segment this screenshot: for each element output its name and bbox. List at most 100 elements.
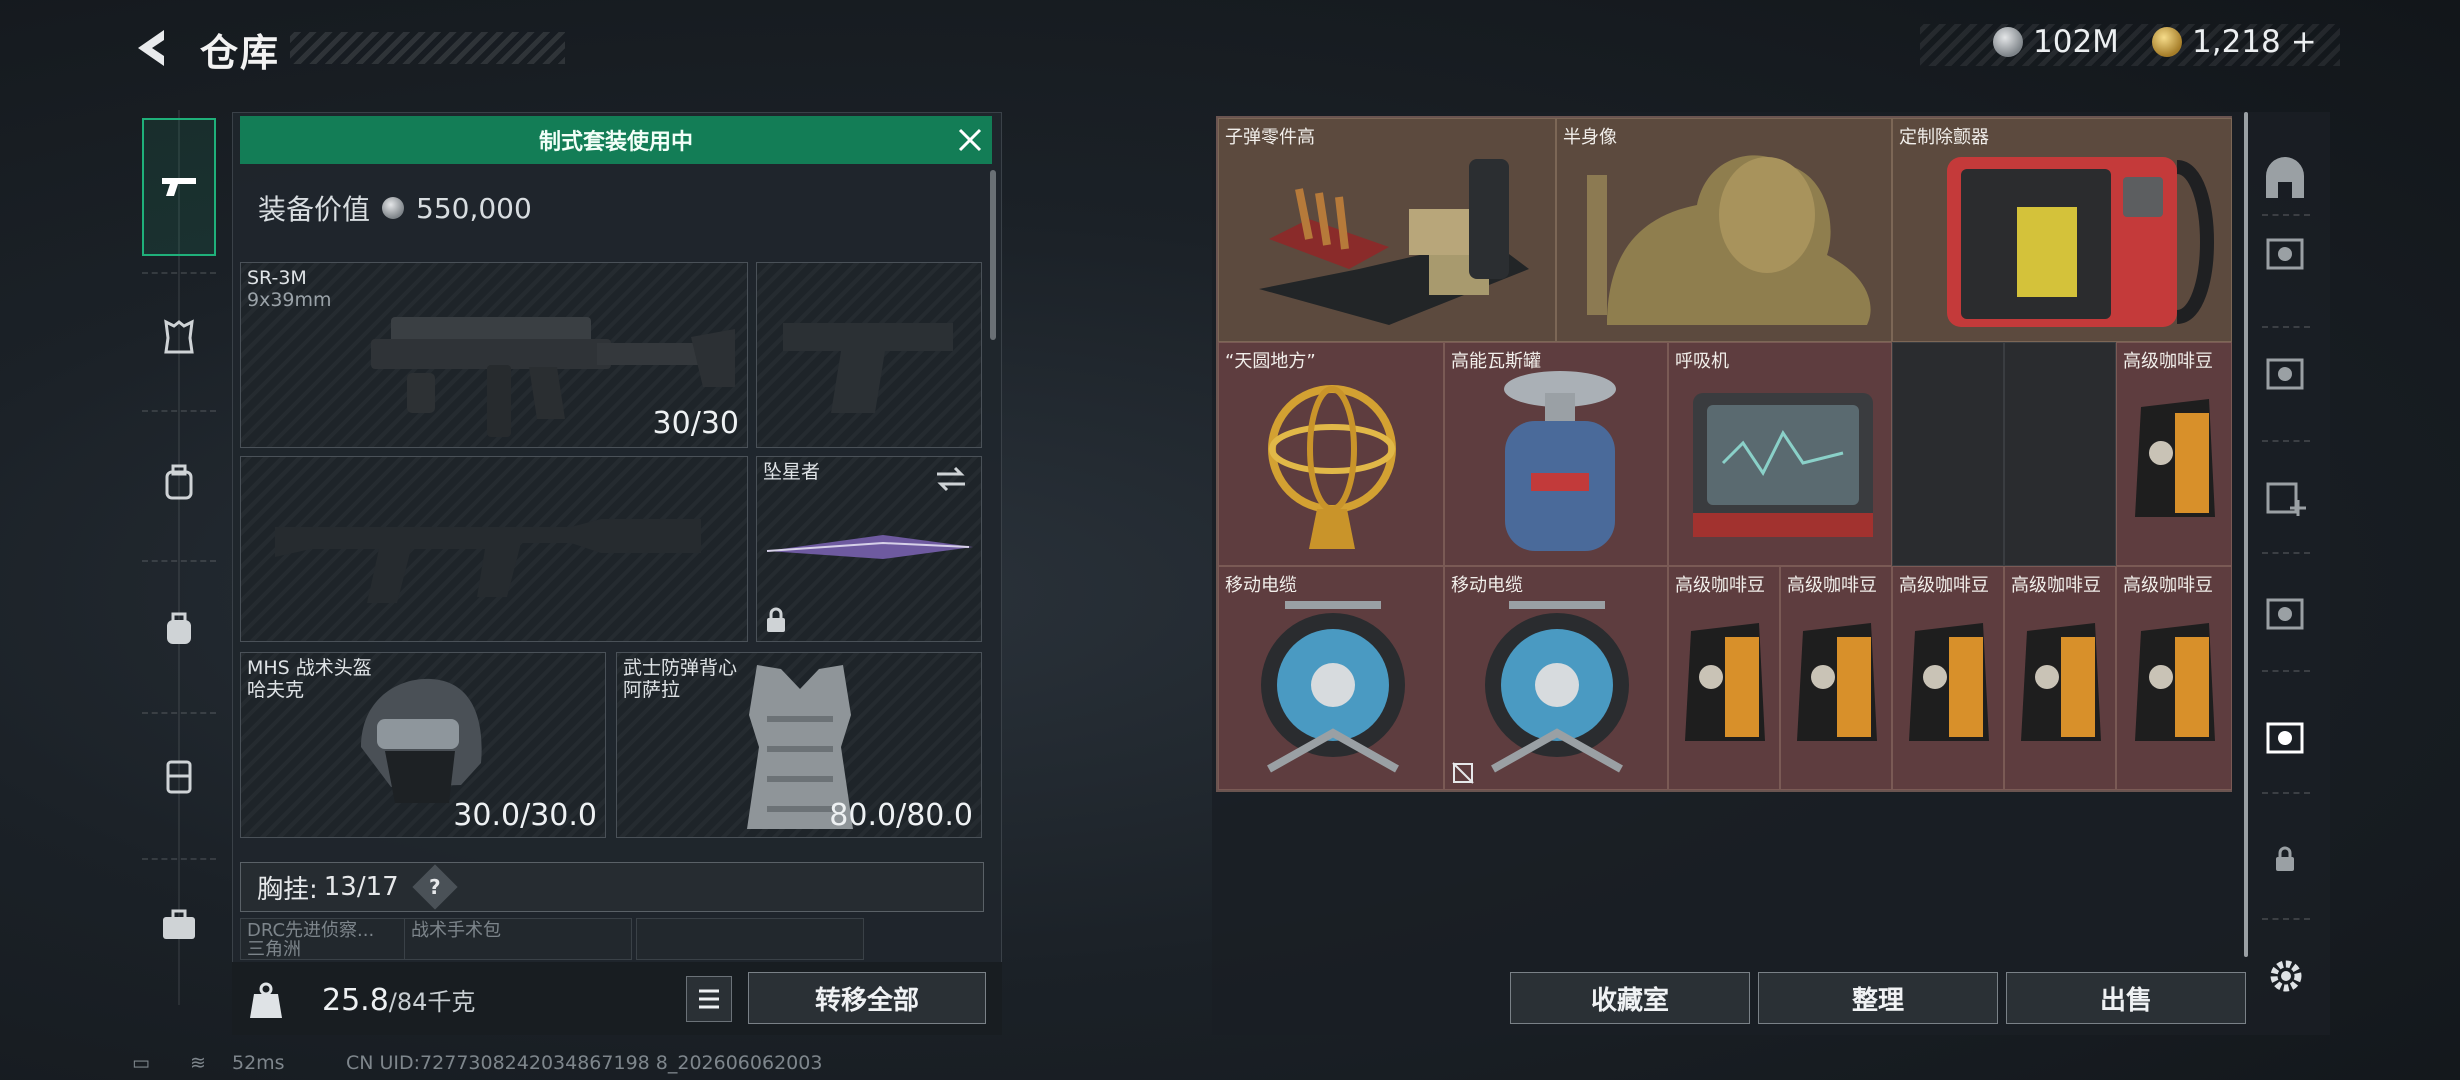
storage-item[interactable]: 高级咖啡豆 xyxy=(2116,566,2232,790)
storage-tab-icon[interactable] xyxy=(2262,230,2308,276)
swap-icon[interactable] xyxy=(933,465,969,493)
equipment-scrollbar[interactable] xyxy=(990,170,996,340)
back-arrow-icon[interactable] xyxy=(132,26,176,70)
storage-grid: 子弹零件高 半身像 定制除颤器 “天圆地方” 高能瓦斯罐 呼吸机 高级咖啡豆 移… xyxy=(1216,116,2232,792)
close-icon[interactable] xyxy=(954,124,986,156)
gear-icon[interactable] xyxy=(2266,956,2306,996)
secondary-weapon-slot[interactable] xyxy=(240,456,748,642)
helmet-slot[interactable]: MHS 战术头盔 哈夫克 30.0/30.0 xyxy=(240,652,606,838)
equipment-value: 装备价值 550,000 xyxy=(258,188,532,228)
storage-item[interactable]: 高级咖啡豆 xyxy=(1892,566,2004,790)
equipment-value-label: 装备价值 xyxy=(258,193,371,226)
rail-separator xyxy=(2262,918,2310,920)
storage-tab-icon[interactable] xyxy=(2262,350,2308,396)
rail-separator xyxy=(2262,792,2310,794)
helmet-durability: 30.0/30.0 xyxy=(453,798,597,833)
gas-canister-icon xyxy=(1504,371,1616,551)
help-icon[interactable]: ? xyxy=(412,864,458,910)
nav-separator xyxy=(142,410,216,412)
equipment-value-amount: 550,000 xyxy=(416,191,532,225)
helmet-icon xyxy=(361,678,482,803)
ventilator-icon xyxy=(1693,393,1873,537)
storage-item[interactable]: 移动电缆 xyxy=(1444,566,1668,790)
sell-button[interactable]: 出售 xyxy=(2006,972,2246,1024)
nav-separator xyxy=(142,272,216,274)
storage-item[interactable]: 高级咖啡豆 xyxy=(2004,566,2116,790)
rail-separator xyxy=(2262,326,2310,328)
nav-container[interactable] xyxy=(140,738,218,816)
armor-durability: 80.0/80.0 xyxy=(829,798,973,833)
rail-separator xyxy=(2262,670,2310,672)
chest-rig-item[interactable]: 战术手术包 xyxy=(404,918,632,960)
sort-button[interactable]: 整理 xyxy=(1758,972,1998,1024)
gold-coin-icon xyxy=(2152,27,2182,57)
weapon-ammo-count: 30/30 xyxy=(652,406,739,441)
loadout-banner: 制式套装使用中 xyxy=(240,116,992,164)
helmet-brand: 哈夫克 xyxy=(247,679,305,701)
armor-name: 武士防弹背心 xyxy=(623,657,738,679)
add-storage-icon[interactable] xyxy=(2262,474,2308,520)
empty-cell[interactable] xyxy=(1892,342,2004,566)
coffee-bag-icon xyxy=(2135,623,2215,741)
title-decoration xyxy=(290,32,565,64)
storage-item[interactable]: 子弹零件高 xyxy=(1218,118,1556,342)
battery-icon: ▭ xyxy=(132,1052,150,1074)
coffee-bag-icon xyxy=(2135,399,2215,517)
coffee-bag-icon xyxy=(1685,623,1765,741)
bust-icon xyxy=(1587,155,1871,325)
storage-item[interactable]: 定制除颤器 xyxy=(1892,118,2232,342)
gold-amount: 1,218 xyxy=(2192,24,2281,60)
silver-currency: 102M xyxy=(1993,24,2119,60)
chest-rig-label: 胸挂: xyxy=(257,874,318,905)
add-gold-button[interactable]: + xyxy=(2291,24,2317,60)
storage-item[interactable]: 呼吸机 xyxy=(1668,342,1892,566)
lock-icon xyxy=(767,607,785,632)
armillary-sphere-icon xyxy=(1268,385,1396,549)
bag-icon xyxy=(167,612,191,644)
storage-item[interactable]: 半身像 xyxy=(1556,118,1892,342)
storage-item[interactable]: “天圆地方” xyxy=(1218,342,1444,566)
carry-weight: 25.8/84千克 xyxy=(322,983,476,1018)
pistol-icon xyxy=(162,178,196,196)
briefcase-icon xyxy=(163,909,195,939)
storage-home-icon[interactable] xyxy=(2262,156,2308,202)
coffee-bag-icon xyxy=(1909,623,1989,741)
nav-weapons[interactable] xyxy=(140,148,218,226)
storage-tab-active-icon[interactable] xyxy=(2262,714,2308,760)
storage-item[interactable]: 高级咖啡豆 xyxy=(1668,566,1780,790)
storage-scrollbar[interactable] xyxy=(2244,112,2248,957)
rail-separator xyxy=(2262,440,2310,442)
empty-cell[interactable] xyxy=(2004,342,2116,566)
armor-slot[interactable]: 武士防弹背心 阿萨拉 80.0/80.0 xyxy=(616,652,982,838)
sidearm-slot[interactable] xyxy=(756,262,982,448)
transfer-all-button[interactable]: 转移全部 xyxy=(748,972,986,1024)
nav-bag[interactable] xyxy=(140,590,218,668)
storage-item[interactable]: 高级咖啡豆 xyxy=(1780,566,1892,790)
cable-reel-icon xyxy=(1261,601,1405,773)
armor-brand: 阿萨拉 xyxy=(623,679,681,701)
nav-backpack[interactable] xyxy=(140,444,218,522)
storage-item[interactable]: 高能瓦斯罐 xyxy=(1444,342,1668,566)
chest-rig-item[interactable] xyxy=(636,918,864,960)
nav-armor[interactable] xyxy=(140,298,218,376)
nav-separator xyxy=(142,560,216,562)
container-icon xyxy=(166,760,192,794)
list-view-button[interactable] xyxy=(686,976,732,1022)
chest-rig-header[interactable]: 胸挂: 13/17 ? xyxy=(240,862,984,912)
defibrillator-icon xyxy=(1947,157,2214,327)
no-insure-icon xyxy=(1452,762,1474,784)
melee-name: 坠星者 xyxy=(763,461,821,483)
collection-room-button[interactable]: 收藏室 xyxy=(1510,972,1750,1024)
storage-tab-icon[interactable] xyxy=(2262,590,2308,636)
lock-icon xyxy=(2276,846,2294,871)
ping-text: 52ms xyxy=(232,1052,285,1074)
gold-currency[interactable]: 1,218 + xyxy=(2152,24,2317,60)
primary-weapon-slot[interactable]: SR-3M 9x39mm 30/30 xyxy=(240,262,748,448)
chest-rig-count: 13/17 xyxy=(323,872,399,902)
storage-item[interactable]: 移动电缆 xyxy=(1218,566,1444,790)
backpack-icon xyxy=(165,464,193,500)
nav-case[interactable] xyxy=(140,886,218,964)
page-title: 仓库 xyxy=(200,31,281,75)
storage-item[interactable]: 高级咖啡豆 xyxy=(2116,342,2232,566)
melee-slot[interactable]: 坠星者 xyxy=(756,456,982,642)
